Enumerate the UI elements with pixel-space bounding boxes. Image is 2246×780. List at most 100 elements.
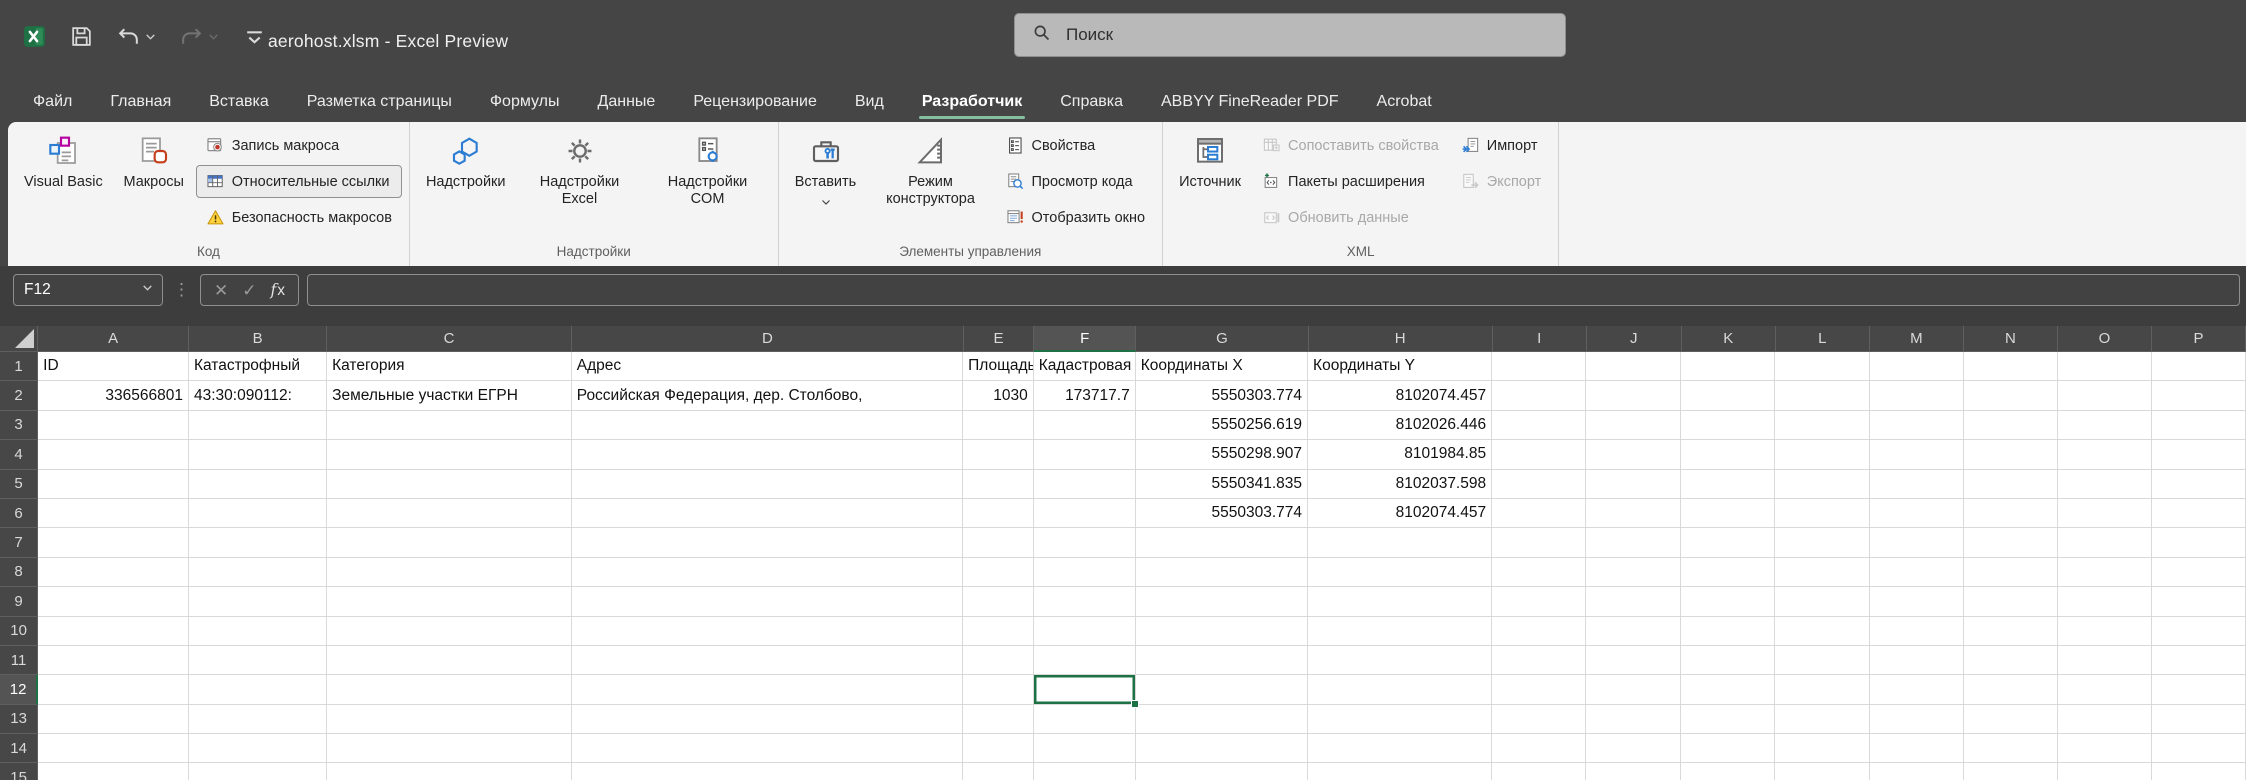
cell-N5[interactable] [1964, 470, 2058, 499]
cell-J7[interactable] [1586, 528, 1681, 557]
cell-G3[interactable]: 5550256.619 [1136, 411, 1308, 440]
tab-review[interactable]: Рецензирование [674, 82, 836, 122]
cell-E15[interactable] [963, 763, 1034, 780]
cell-C4[interactable] [327, 440, 572, 469]
cell-E5[interactable] [963, 470, 1034, 499]
cell-A11[interactable] [38, 646, 189, 675]
cell-J14[interactable] [1586, 734, 1681, 763]
row-header-13[interactable]: 13 [0, 705, 38, 734]
cell-O1[interactable] [2058, 352, 2152, 381]
cell-H3[interactable]: 8102026.446 [1308, 411, 1492, 440]
cell-P5[interactable] [2152, 470, 2246, 499]
cell-B14[interactable] [189, 734, 327, 763]
formula-input[interactable] [307, 274, 2240, 306]
cell-D2[interactable]: Российская Федерация, дер. Столбово, [572, 381, 963, 410]
column-header-G[interactable]: G [1136, 326, 1308, 352]
tab-insert[interactable]: Вставка [190, 82, 287, 122]
cell-D4[interactable] [572, 440, 963, 469]
cell-J12[interactable] [1586, 675, 1681, 704]
column-header-K[interactable]: K [1682, 326, 1776, 352]
tab-page-layout[interactable]: Разметка страницы [288, 82, 471, 122]
cell-B10[interactable] [189, 617, 327, 646]
cell-G12[interactable] [1136, 675, 1308, 704]
row-header-2[interactable]: 2 [0, 381, 38, 410]
cell-O13[interactable] [2058, 705, 2152, 734]
cell-B5[interactable] [189, 470, 327, 499]
design-mode-button[interactable]: Режим конструктора [868, 127, 994, 210]
cell-D13[interactable] [572, 705, 963, 734]
cell-G4[interactable]: 5550298.907 [1136, 440, 1308, 469]
tab-view[interactable]: Вид [836, 82, 903, 122]
cell-K8[interactable] [1681, 558, 1775, 587]
cell-D14[interactable] [572, 734, 963, 763]
cell-C9[interactable] [327, 587, 572, 616]
save-button[interactable] [65, 20, 98, 53]
cell-M4[interactable] [1870, 440, 1964, 469]
cell-H6[interactable]: 8102074.457 [1308, 499, 1492, 528]
cell-P7[interactable] [2152, 528, 2246, 557]
cell-J1[interactable] [1586, 352, 1681, 381]
cell-I15[interactable] [1492, 763, 1586, 780]
row-header-8[interactable]: 8 [0, 558, 38, 587]
cell-P15[interactable] [2152, 763, 2246, 780]
cell-E8[interactable] [963, 558, 1034, 587]
cell-A15[interactable] [38, 763, 189, 780]
cell-F4[interactable] [1034, 440, 1136, 469]
cell-O4[interactable] [2058, 440, 2152, 469]
cell-I9[interactable] [1492, 587, 1586, 616]
tab-developer[interactable]: Разработчик [903, 82, 1041, 122]
cell-A14[interactable] [38, 734, 189, 763]
cell-O6[interactable] [2058, 499, 2152, 528]
cell-P1[interactable] [2152, 352, 2246, 381]
cell-C2[interactable]: Земельные участки ЕГРН [327, 381, 572, 410]
cell-H5[interactable]: 8102037.598 [1308, 470, 1492, 499]
cell-G6[interactable]: 5550303.774 [1136, 499, 1308, 528]
cell-K11[interactable] [1681, 646, 1775, 675]
cell-F13[interactable] [1034, 705, 1136, 734]
cell-B13[interactable] [189, 705, 327, 734]
cell-E1[interactable]: Площадь [963, 352, 1034, 381]
cell-A2[interactable]: 336566801 [38, 381, 189, 410]
cell-K4[interactable] [1681, 440, 1775, 469]
cell-A8[interactable] [38, 558, 189, 587]
cell-H12[interactable] [1308, 675, 1492, 704]
tab-formulas[interactable]: Формулы [471, 82, 579, 122]
cell-L10[interactable] [1775, 617, 1869, 646]
row-header-15[interactable]: 15 [0, 763, 38, 780]
cell-C14[interactable] [327, 734, 572, 763]
cell-N8[interactable] [1964, 558, 2058, 587]
cell-O12[interactable] [2058, 675, 2152, 704]
cell-I5[interactable] [1492, 470, 1586, 499]
cell-O5[interactable] [2058, 470, 2152, 499]
cell-O14[interactable] [2058, 734, 2152, 763]
cell-L12[interactable] [1775, 675, 1869, 704]
cell-B7[interactable] [189, 528, 327, 557]
cell-L4[interactable] [1775, 440, 1869, 469]
row-header-1[interactable]: 1 [0, 352, 38, 381]
cell-K7[interactable] [1681, 528, 1775, 557]
cell-O15[interactable] [2058, 763, 2152, 780]
cell-K5[interactable] [1681, 470, 1775, 499]
cell-C11[interactable] [327, 646, 572, 675]
cell-G5[interactable]: 5550341.835 [1136, 470, 1308, 499]
cell-K6[interactable] [1681, 499, 1775, 528]
cell-H14[interactable] [1308, 734, 1492, 763]
cell-D15[interactable] [572, 763, 963, 780]
column-header-C[interactable]: C [327, 326, 572, 352]
select-all-corner[interactable] [0, 326, 38, 352]
row-header-3[interactable]: 3 [0, 411, 38, 440]
cell-F11[interactable] [1034, 646, 1136, 675]
cell-N12[interactable] [1964, 675, 2058, 704]
tab-data[interactable]: Данные [579, 82, 675, 122]
cell-P14[interactable] [2152, 734, 2246, 763]
excel-add-ins-button[interactable]: Надстройки Excel [517, 127, 643, 210]
cell-I7[interactable] [1492, 528, 1586, 557]
cell-B1[interactable]: Катастрофный [189, 352, 327, 381]
cell-P13[interactable] [2152, 705, 2246, 734]
cell-J13[interactable] [1586, 705, 1681, 734]
expansion-packs-button[interactable]: Пакеты расширения [1252, 165, 1449, 198]
cell-E4[interactable] [963, 440, 1034, 469]
cell-O3[interactable] [2058, 411, 2152, 440]
cell-M3[interactable] [1870, 411, 1964, 440]
cell-P6[interactable] [2152, 499, 2246, 528]
